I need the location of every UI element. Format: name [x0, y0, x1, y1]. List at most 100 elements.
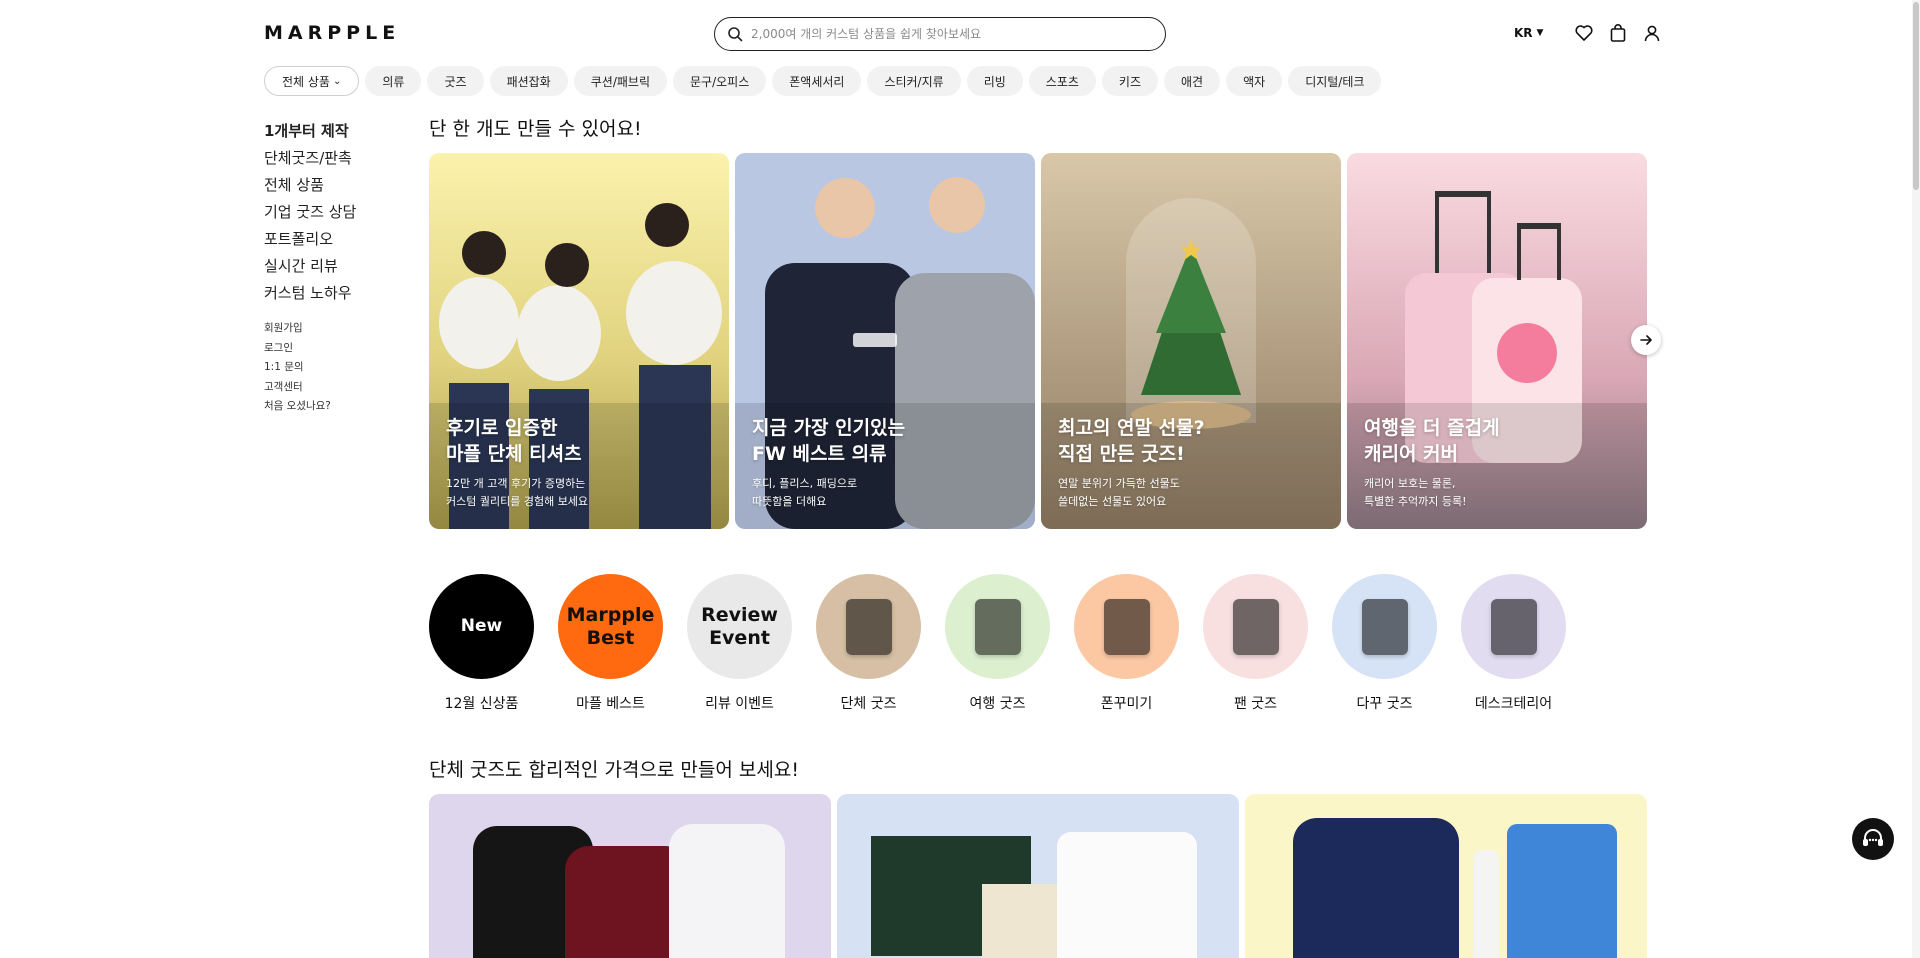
caret-down-icon: ▼	[1536, 28, 1544, 38]
category-circle: New	[429, 574, 534, 679]
banner-heading: 지금 가장 인기있는 FW 베스트 의류	[752, 417, 906, 465]
category-circle-label: 팬 굿즈	[1233, 696, 1278, 712]
category-pill[interactable]: 굿즈	[427, 66, 484, 96]
carousel-next-button[interactable]	[1631, 325, 1661, 355]
customer-support-button[interactable]	[1852, 818, 1894, 860]
sidebar-link[interactable]: 포트폴리오	[264, 226, 404, 253]
category-circle-label: 리뷰 이벤트	[705, 696, 774, 712]
category-pill[interactable]: 리빙	[966, 66, 1023, 96]
banner-description: 후디, 플리스, 패딩으로 따뜻함을 더해요	[752, 477, 858, 508]
category-circle-label: 단체 굿즈	[840, 696, 897, 712]
category-circle-label: 데스크테리어	[1474, 696, 1553, 712]
category-circle-item[interactable]: Marpple Best 마플 베스트	[558, 574, 663, 713]
category-circle: Marpple Best	[558, 574, 663, 679]
banner-carousel: 후기로 입증한 마플 단체 티셔츠 12만 개 고객 후기가 증명하는 커스텀 …	[429, 153, 1661, 529]
category-circle-item[interactable]: 폰꾸미기	[1074, 574, 1179, 713]
sidebar-link[interactable]: 전체 상품	[264, 172, 404, 199]
login-link[interactable]: 로그인	[264, 339, 404, 359]
heart-icon[interactable]	[1573, 22, 1595, 44]
banner-text: 지금 가장 인기있는 FW 베스트 의류 후디, 플리스, 패딩으로 따뜻함을 …	[752, 415, 905, 511]
arrow-right-icon	[1640, 335, 1652, 345]
category-circle-item[interactable]: 단체 굿즈	[816, 574, 921, 713]
category-circle-item[interactable]: 여행 굿즈	[945, 574, 1050, 713]
category-pill[interactable]: 스티커/지류	[867, 66, 961, 96]
category-pill[interactable]: 의류	[365, 66, 422, 96]
category-pill[interactable]: 애견	[1164, 66, 1221, 96]
signup-link[interactable]: 회원가입	[264, 319, 404, 339]
category-circle-label: 12월 신상품	[444, 696, 519, 712]
language-selector[interactable]: KR ▼	[1514, 26, 1543, 40]
group-goods-card[interactable]	[429, 794, 831, 958]
banner-card[interactable]: 후기로 입증한 마플 단체 티셔츠 12만 개 고객 후기가 증명하는 커스텀 …	[429, 153, 729, 529]
page-scrollbar[interactable]	[1912, 0, 1920, 958]
category-circle	[1074, 574, 1179, 679]
group-goods-card[interactable]	[837, 794, 1239, 958]
category-product-image	[974, 598, 1021, 655]
category-circle-label: 여행 굿즈	[969, 696, 1026, 712]
search-input[interactable]	[751, 27, 1131, 41]
sidebar-link[interactable]: 기업 굿즈 상담	[264, 199, 404, 226]
all-products-label: 전체 상품	[282, 74, 330, 89]
category-circle	[1332, 574, 1437, 679]
category-circle	[816, 574, 921, 679]
category-circle-item[interactable]: 다꾸 굿즈	[1332, 574, 1437, 713]
category-circle-text: Review Event	[701, 603, 778, 649]
category-product-image	[1490, 598, 1537, 655]
category-circle	[945, 574, 1050, 679]
hoodie-image	[429, 794, 831, 958]
banner-text: 후기로 입증한 마플 단체 티셔츠 12만 개 고객 후기가 증명하는 커스텀 …	[446, 415, 588, 511]
category-circle-item[interactable]: New 12월 신상품	[429, 574, 534, 713]
category-pill[interactable]: 쿠션/패브릭	[573, 66, 667, 96]
category-product-image	[1103, 598, 1150, 655]
banner-card[interactable]: 최고의 연말 선물? 직접 만든 굿즈! 연말 분위기 가득한 선물도 쓸데없는…	[1041, 153, 1341, 529]
banner-card[interactable]: 지금 가장 인기있는 FW 베스트 의류 후디, 플리스, 패딩으로 따뜻함을 …	[735, 153, 1035, 529]
banner-description: 캐리어 보호는 물론, 특별한 추억까지 등록!	[1364, 477, 1467, 508]
search-bar[interactable]	[714, 17, 1166, 51]
search-icon	[728, 27, 743, 42]
category-product-image	[1232, 598, 1279, 655]
category-pill[interactable]: 폰액세서리	[772, 66, 862, 96]
inquiry-link[interactable]: 1:1 문의	[264, 358, 404, 378]
scrollbar-thumb[interactable]	[1913, 2, 1919, 190]
sidebar-sub-links: 회원가입 로그인 1:1 문의 고객센터 처음 오셨나요?	[264, 319, 404, 417]
category-product-image	[1361, 598, 1408, 655]
category-circle	[1461, 574, 1566, 679]
banner-heading: 후기로 입증한 마플 단체 티셔츠	[446, 417, 582, 465]
category-nav: 전체 상품 ⌄ 의류 굿즈 패션잡화 쿠션/패브릭 문구/오피스 폰액세서리 스…	[264, 66, 1382, 96]
navy-goods-image	[1245, 794, 1647, 958]
category-pill[interactable]: 문구/오피스	[672, 66, 767, 96]
sidebar: 1개부터 제작 단체굿즈/판촉 전체 상품 기업 굿즈 상담 포트폴리오 실시간…	[264, 118, 404, 417]
header: MARPPLE KR ▼	[0, 0, 1920, 62]
sidebar-link[interactable]: 1개부터 제작	[264, 118, 404, 145]
banner-description: 연말 분위기 가득한 선물도 쓸데없는 선물도 있어요	[1058, 477, 1180, 508]
category-pill[interactable]: 패션잡화	[489, 66, 568, 96]
sidebar-link[interactable]: 단체굿즈/판촉	[264, 145, 404, 172]
category-pill[interactable]: 키즈	[1101, 66, 1158, 96]
category-pill[interactable]: 디지털/테크	[1288, 66, 1382, 96]
section-title: 단 한 개도 만들 수 있어요!	[429, 118, 642, 140]
header-actions: KR ▼	[1514, 22, 1663, 44]
category-product-image	[845, 598, 892, 655]
sidebar-link[interactable]: 실시간 리뷰	[264, 253, 404, 280]
sidebar-main-links: 1개부터 제작 단체굿즈/판촉 전체 상품 기업 굿즈 상담 포트폴리오 실시간…	[264, 118, 404, 307]
user-icon[interactable]	[1641, 22, 1663, 44]
category-circle-text: Marpple Best	[566, 603, 655, 649]
chevron-down-icon: ⌄	[332, 75, 342, 87]
category-circle-item[interactable]: Review Event 리뷰 이벤트	[687, 574, 792, 713]
category-circle-label: 다꾸 굿즈	[1356, 696, 1413, 712]
category-pill[interactable]: 액자	[1226, 66, 1283, 96]
category-circle-item[interactable]: 데스크테리어	[1461, 574, 1566, 713]
shopping-bag-icon[interactable]	[1607, 22, 1629, 44]
category-pill[interactable]: 스포츠	[1028, 66, 1096, 96]
first-visit-link[interactable]: 처음 오셨나요?	[264, 397, 404, 417]
group-goods-card[interactable]	[1245, 794, 1647, 958]
section-title: 단체 굿즈도 합리적인 가격으로 만들어 보세요!	[429, 759, 799, 781]
headset-icon	[1863, 829, 1883, 846]
logo[interactable]: MARPPLE	[264, 22, 400, 44]
banner-card[interactable]: 여행을 더 즐겁게 캐리어 커버 캐리어 보호는 물론, 특별한 추억까지 등록…	[1347, 153, 1647, 529]
group-goods-section: 단체 굿즈도 합리적인 가격으로 만들어 보세요!	[429, 755, 1647, 958]
sidebar-link[interactable]: 커스텀 노하우	[264, 280, 404, 307]
customer-center-link[interactable]: 고객센터	[264, 378, 404, 398]
category-circle-item[interactable]: 팬 굿즈	[1203, 574, 1308, 713]
all-products-dropdown[interactable]: 전체 상품 ⌄	[264, 66, 360, 96]
